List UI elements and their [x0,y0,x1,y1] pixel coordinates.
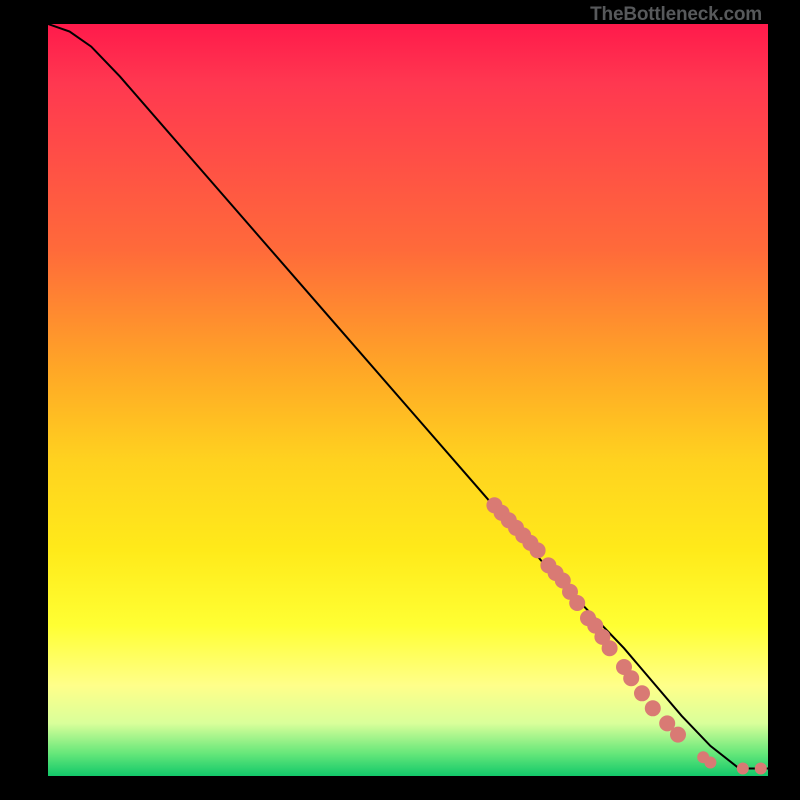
bottleneck-curve [48,24,768,769]
data-point [634,685,650,701]
chart-frame: TheBottleneck.com [0,0,800,800]
plot-area [48,24,768,776]
data-points [486,497,766,774]
data-point [737,763,749,775]
watermark-text: TheBottleneck.com [590,4,762,26]
data-point [623,670,639,686]
data-point [569,595,585,611]
data-point [645,700,661,716]
data-point [530,542,546,558]
chart-overlay [48,24,768,776]
data-point [704,757,716,769]
data-point [602,640,618,656]
data-point [670,727,686,743]
data-point [755,763,767,775]
